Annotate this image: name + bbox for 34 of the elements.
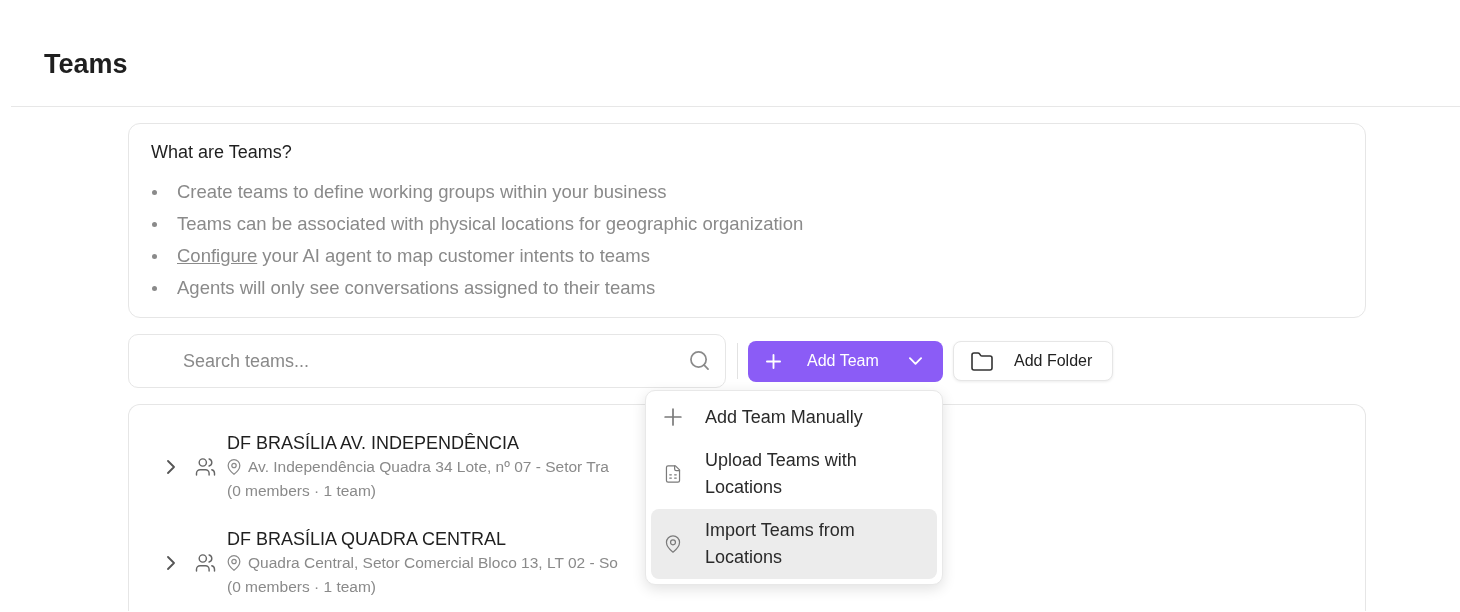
pin-icon (227, 459, 241, 475)
team-name: DF BRASÍLIA AV. INDEPENDÊNCIA (227, 432, 521, 455)
team-address: Quadra Central, Setor Comercial Bloco 13, LT 02 - So (248, 553, 618, 573)
caret-icon (909, 357, 922, 365)
team-summary: (0 members · 1 team) (227, 577, 377, 597)
team-summary: (0 members · 1 team) (227, 481, 377, 501)
plus-icon (664, 408, 682, 426)
search-icon (690, 351, 709, 370)
folder-icon (971, 351, 993, 371)
users-icon (195, 554, 216, 572)
menu-item[interactable]: Import Teams from Locations (651, 508, 937, 579)
info-link[interactable]: Configure (177, 245, 258, 266)
info-bullet: Configure your AI agent to map customer intents to teams (177, 244, 651, 268)
chevron-icon[interactable] (167, 460, 175, 474)
chevron-icon[interactable] (167, 556, 175, 570)
plus-icon (766, 353, 781, 369)
bullet-icon (152, 221, 157, 227)
team-name: DF BRASÍLIA QUADRA CENTRAL (227, 528, 508, 551)
team-address: Av. Independência Quadra 34 Lote, nº 07 - Setor Tra (248, 457, 609, 477)
info-title: What are Teams? (151, 141, 292, 164)
users-icon (195, 458, 216, 476)
info-bullet: Agents will only see conversations assigned to their teams (177, 276, 656, 300)
spreadsheet-file-icon (664, 464, 682, 483)
info-bullet: Teams can be associated with physical locations for geographic organization (177, 212, 804, 236)
bullet-icon (152, 253, 157, 259)
pin-icon (227, 555, 241, 571)
add-team-button[interactable]: Add Team (748, 340, 943, 382)
info-bullet: Create teams to define working groups within your business (177, 180, 667, 204)
add-folder-button[interactable]: Add Folder (953, 341, 1113, 381)
search-field[interactable]: Search teams... (128, 334, 726, 388)
bullet-icon (152, 189, 157, 195)
pin-icon (664, 534, 682, 553)
bullet-icon (152, 285, 157, 291)
page-title: Teams (44, 48, 128, 80)
